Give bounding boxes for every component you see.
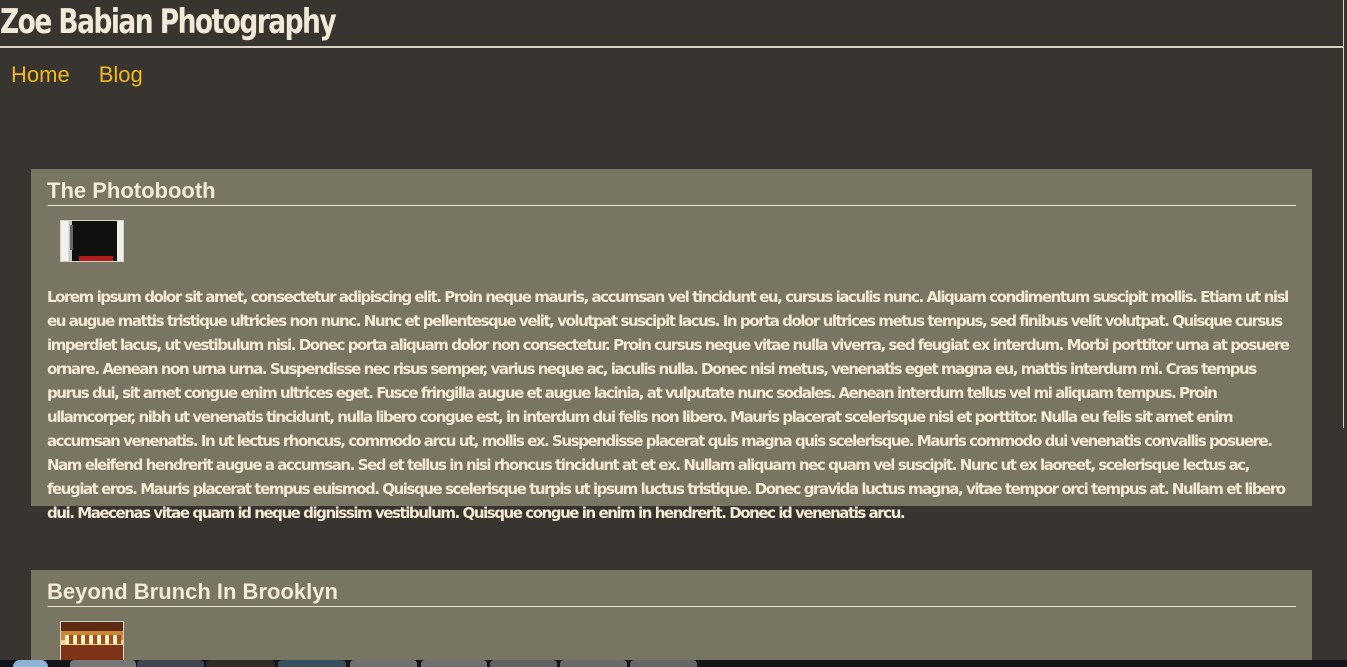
start-button-icon[interactable] (13, 660, 48, 667)
site-title[interactable]: Zoe Babian Photography (0, 2, 337, 42)
post-body: Lorem ipsum dolor sit amet, consectetur … (47, 288, 1290, 522)
blog-page: Zoe Babian Photography Home Blog The Pho… (0, 0, 1347, 667)
taskbar-app-icon[interactable] (560, 660, 627, 667)
taskbar-app-icon[interactable] (421, 660, 487, 667)
taskbar-app-icon[interactable] (490, 660, 557, 667)
taskbar-app-icon[interactable] (630, 660, 697, 667)
taskbar-app-icon[interactable] (350, 660, 417, 667)
taskbar-app-icon[interactable] (278, 660, 346, 667)
nav-link-blog[interactable]: Blog (99, 61, 143, 89)
right-edge-divider (1343, 48, 1344, 428)
taskbar-app-icon[interactable] (70, 660, 136, 667)
taskbar (0, 660, 1347, 667)
nav-link-home[interactable]: Home (11, 61, 70, 89)
photobooth-thumbnail[interactable] (60, 220, 124, 262)
brunch-thumbnail[interactable] (60, 621, 124, 663)
main-navigation: Home Blog (11, 61, 143, 89)
taskbar-app-icon[interactable] (137, 660, 204, 667)
site-header: Zoe Babian Photography (0, 0, 1344, 48)
blog-post-photobooth: The Photobooth Lorem ipsum dolor sit ame… (31, 169, 1312, 522)
post-title[interactable]: Beyond Brunch In Brooklyn (47, 570, 1296, 607)
post-title[interactable]: The Photobooth (47, 169, 1296, 206)
taskbar-app-icon[interactable] (206, 660, 275, 667)
blog-post-brunch: Beyond Brunch In Brooklyn (31, 570, 1312, 667)
